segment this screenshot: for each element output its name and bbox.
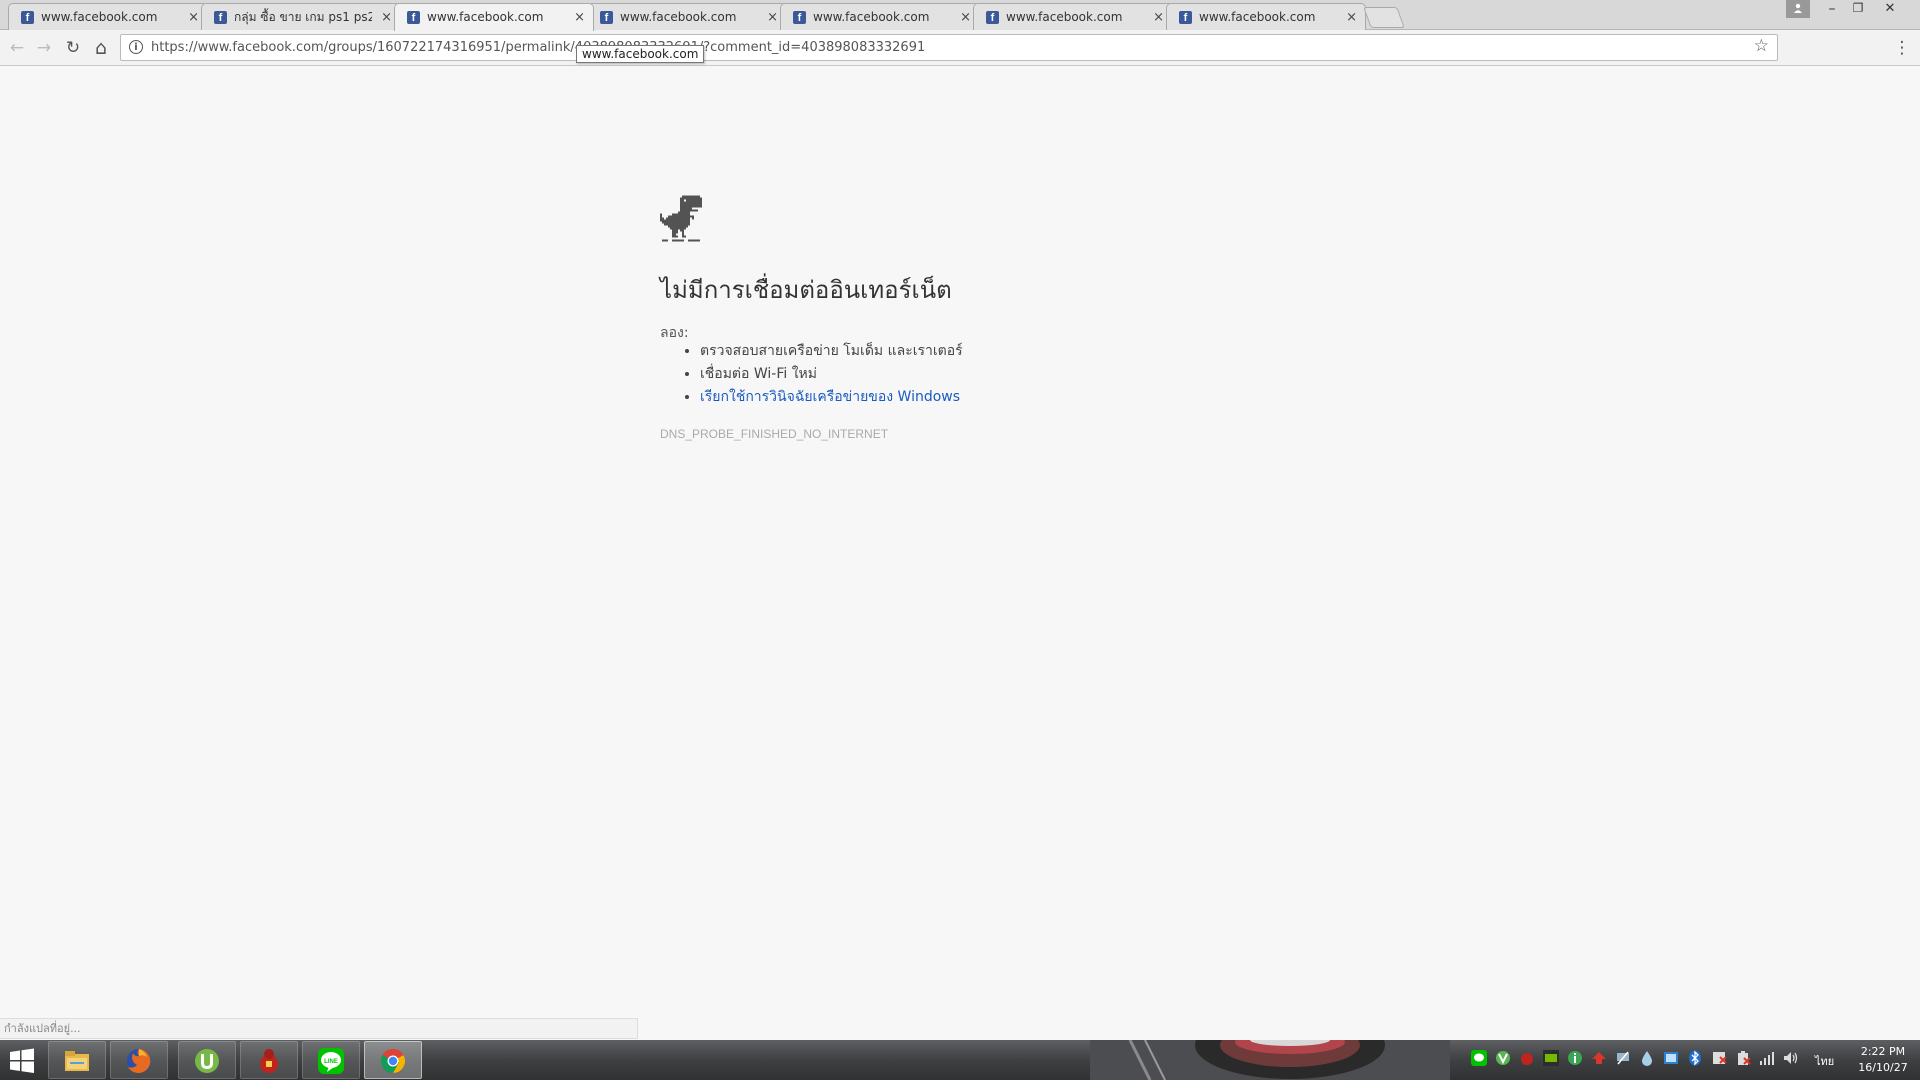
new-tab-button[interactable]: [1363, 7, 1405, 28]
profile-button[interactable]: [1786, 0, 1810, 18]
facebook-icon: f: [600, 11, 613, 24]
taskbar-chrome[interactable]: [364, 1041, 422, 1079]
browser-toolbar: ← → ↻ ⌂ i https://www.facebook.com/group…: [0, 30, 1920, 66]
reload-button[interactable]: ↻: [61, 36, 85, 60]
close-window-button[interactable]: ✕: [1877, 1, 1903, 16]
suggestion-text: ตรวจสอบสายเครือข่าย โมเด็ม และเราเตอร์: [700, 343, 963, 359]
facebook-icon: f: [793, 11, 806, 24]
tab-title: www.facebook.com: [1006, 10, 1123, 24]
tab-strip: f www.facebook.com × f กลุ่ม ซื้อ ขาย เก…: [0, 0, 1920, 31]
tab-facebook-1[interactable]: f www.facebook.com ×: [8, 3, 208, 30]
info-icon[interactable]: i: [129, 40, 143, 54]
nvidia-tray-icon[interactable]: [1543, 1050, 1559, 1066]
wallpaper-motorcycle-wheel: [1090, 1040, 1450, 1080]
bluetooth-tray-icon[interactable]: [1687, 1050, 1703, 1066]
restore-button[interactable]: ❐: [1845, 1, 1871, 15]
close-icon[interactable]: ×: [767, 5, 778, 30]
taskbar-red-app[interactable]: [240, 1041, 298, 1079]
status-bubble: กำลังแปลที่อยู่...: [0, 1018, 638, 1039]
url-tooltip: www.facebook.com: [576, 45, 705, 63]
facebook-icon: f: [214, 11, 227, 24]
facebook-icon: f: [407, 11, 420, 24]
taskbar-firefox[interactable]: [110, 1041, 168, 1079]
line-icon: LINE: [318, 1048, 344, 1074]
clock-time: 2:22 PM: [1860, 1045, 1906, 1058]
vine-tray-icon[interactable]: [1495, 1050, 1511, 1066]
suggestion-network-diagnostics: เรียกใช้การวินิจฉัยเครือข่ายของ Windows: [700, 386, 963, 409]
close-icon[interactable]: ×: [960, 5, 971, 30]
tab-title: www.facebook.com: [427, 10, 544, 24]
line-tray-icon[interactable]: [1471, 1050, 1487, 1066]
bookmark-star-icon[interactable]: ☆: [1754, 36, 1769, 56]
display-tray-icon[interactable]: [1663, 1050, 1679, 1066]
taskbar: LINE ไทย 2:22 PM 16/10/27: [0, 1040, 1920, 1080]
back-button[interactable]: ←: [5, 36, 29, 60]
address-bar[interactable]: i https://www.facebook.com/groups/160722…: [120, 34, 1778, 61]
file-explorer-icon: [65, 1051, 89, 1071]
windows-start-icon[interactable]: [8, 1047, 36, 1075]
chrome-menu-button[interactable]: ⋮: [1892, 36, 1912, 60]
close-icon[interactable]: ×: [1346, 5, 1357, 30]
red-app-icon: [260, 1049, 278, 1073]
tab-title: www.facebook.com: [813, 10, 930, 24]
close-icon[interactable]: ×: [381, 5, 392, 30]
tab-title: กลุ่ม ซื้อ ขาย เกม ps1 ps2 ...: [234, 10, 372, 24]
url-text[interactable]: https://www.facebook.com/groups/16072217…: [151, 40, 925, 55]
person-icon: [1794, 3, 1802, 13]
taskbar-clock[interactable]: 2:22 PM 16/10/27: [1848, 1044, 1918, 1076]
close-icon[interactable]: ×: [1153, 5, 1164, 30]
tab-title: www.facebook.com: [41, 10, 158, 24]
suggestion-text: เชื่อมต่อ Wi-Fi ใหม่: [700, 366, 818, 382]
action-center-tray-icon[interactable]: [1711, 1050, 1727, 1066]
suggestions-list: ตรวจสอบสายเครือข่าย โมเด็ม และเราเตอร์ เ…: [660, 340, 963, 409]
chrome-icon: [380, 1048, 406, 1073]
tab-facebook-6[interactable]: f www.facebook.com ×: [973, 3, 1173, 30]
utorrent-icon: [195, 1049, 219, 1073]
taskbar-utorrent[interactable]: [178, 1041, 236, 1079]
signal-tray-icon[interactable]: [1759, 1050, 1775, 1066]
upload-tray-icon[interactable]: [1591, 1050, 1607, 1066]
info-tray-icon[interactable]: [1567, 1050, 1583, 1066]
home-button[interactable]: ⌂: [89, 36, 113, 60]
close-icon[interactable]: ×: [574, 5, 585, 30]
facebook-icon: f: [1179, 11, 1192, 24]
offline-dinosaur-icon: [660, 195, 702, 242]
network-diagnostics-link[interactable]: เรียกใช้การวินิจฉัยเครือข่ายของ Windows: [700, 389, 960, 405]
line-label: LINE: [324, 1059, 338, 1065]
suggestion-reconnect-wifi: เชื่อมต่อ Wi-Fi ใหม่: [700, 363, 963, 386]
taskbar-line[interactable]: LINE: [302, 1041, 360, 1079]
taskbar-file-explorer[interactable]: [48, 1041, 106, 1079]
network-share-tray-icon[interactable]: [1615, 1050, 1631, 1066]
tab-title: www.facebook.com: [1199, 10, 1316, 24]
volume-tray-icon[interactable]: [1783, 1050, 1799, 1066]
close-icon[interactable]: ×: [188, 5, 199, 30]
facebook-icon: f: [986, 11, 999, 24]
tab-title: www.facebook.com: [620, 10, 737, 24]
red-app-tray-icon[interactable]: [1519, 1050, 1535, 1066]
minimize-button[interactable]: –: [1819, 1, 1845, 17]
error-heading: ไม่มีการเชื่อมต่ออินเทอร์เน็ต: [660, 276, 952, 304]
tab-facebook-active[interactable]: f www.facebook.com ×: [394, 3, 594, 31]
input-language-indicator[interactable]: ไทย: [1815, 1052, 1834, 1070]
suggestion-check-cables: ตรวจสอบสายเครือข่าย โมเด็ม และเราเตอร์: [700, 340, 963, 363]
clock-date: 16/10/27: [1858, 1061, 1908, 1074]
battery-tray-icon[interactable]: [1735, 1050, 1751, 1066]
drop-tray-icon[interactable]: [1639, 1050, 1655, 1066]
facebook-icon: f: [21, 11, 34, 24]
error-code: DNS_PROBE_FINISHED_NO_INTERNET: [660, 427, 889, 441]
tab-facebook-4[interactable]: f www.facebook.com ×: [587, 3, 787, 30]
tab-facebook-5[interactable]: f www.facebook.com ×: [780, 3, 980, 30]
firefox-icon: [127, 1049, 151, 1073]
forward-button[interactable]: →: [32, 36, 56, 60]
tab-facebook-7[interactable]: f www.facebook.com ×: [1166, 3, 1366, 30]
tab-facebook-group[interactable]: f กลุ่ม ซื้อ ขาย เกม ps1 ps2 ... ×: [201, 3, 401, 30]
